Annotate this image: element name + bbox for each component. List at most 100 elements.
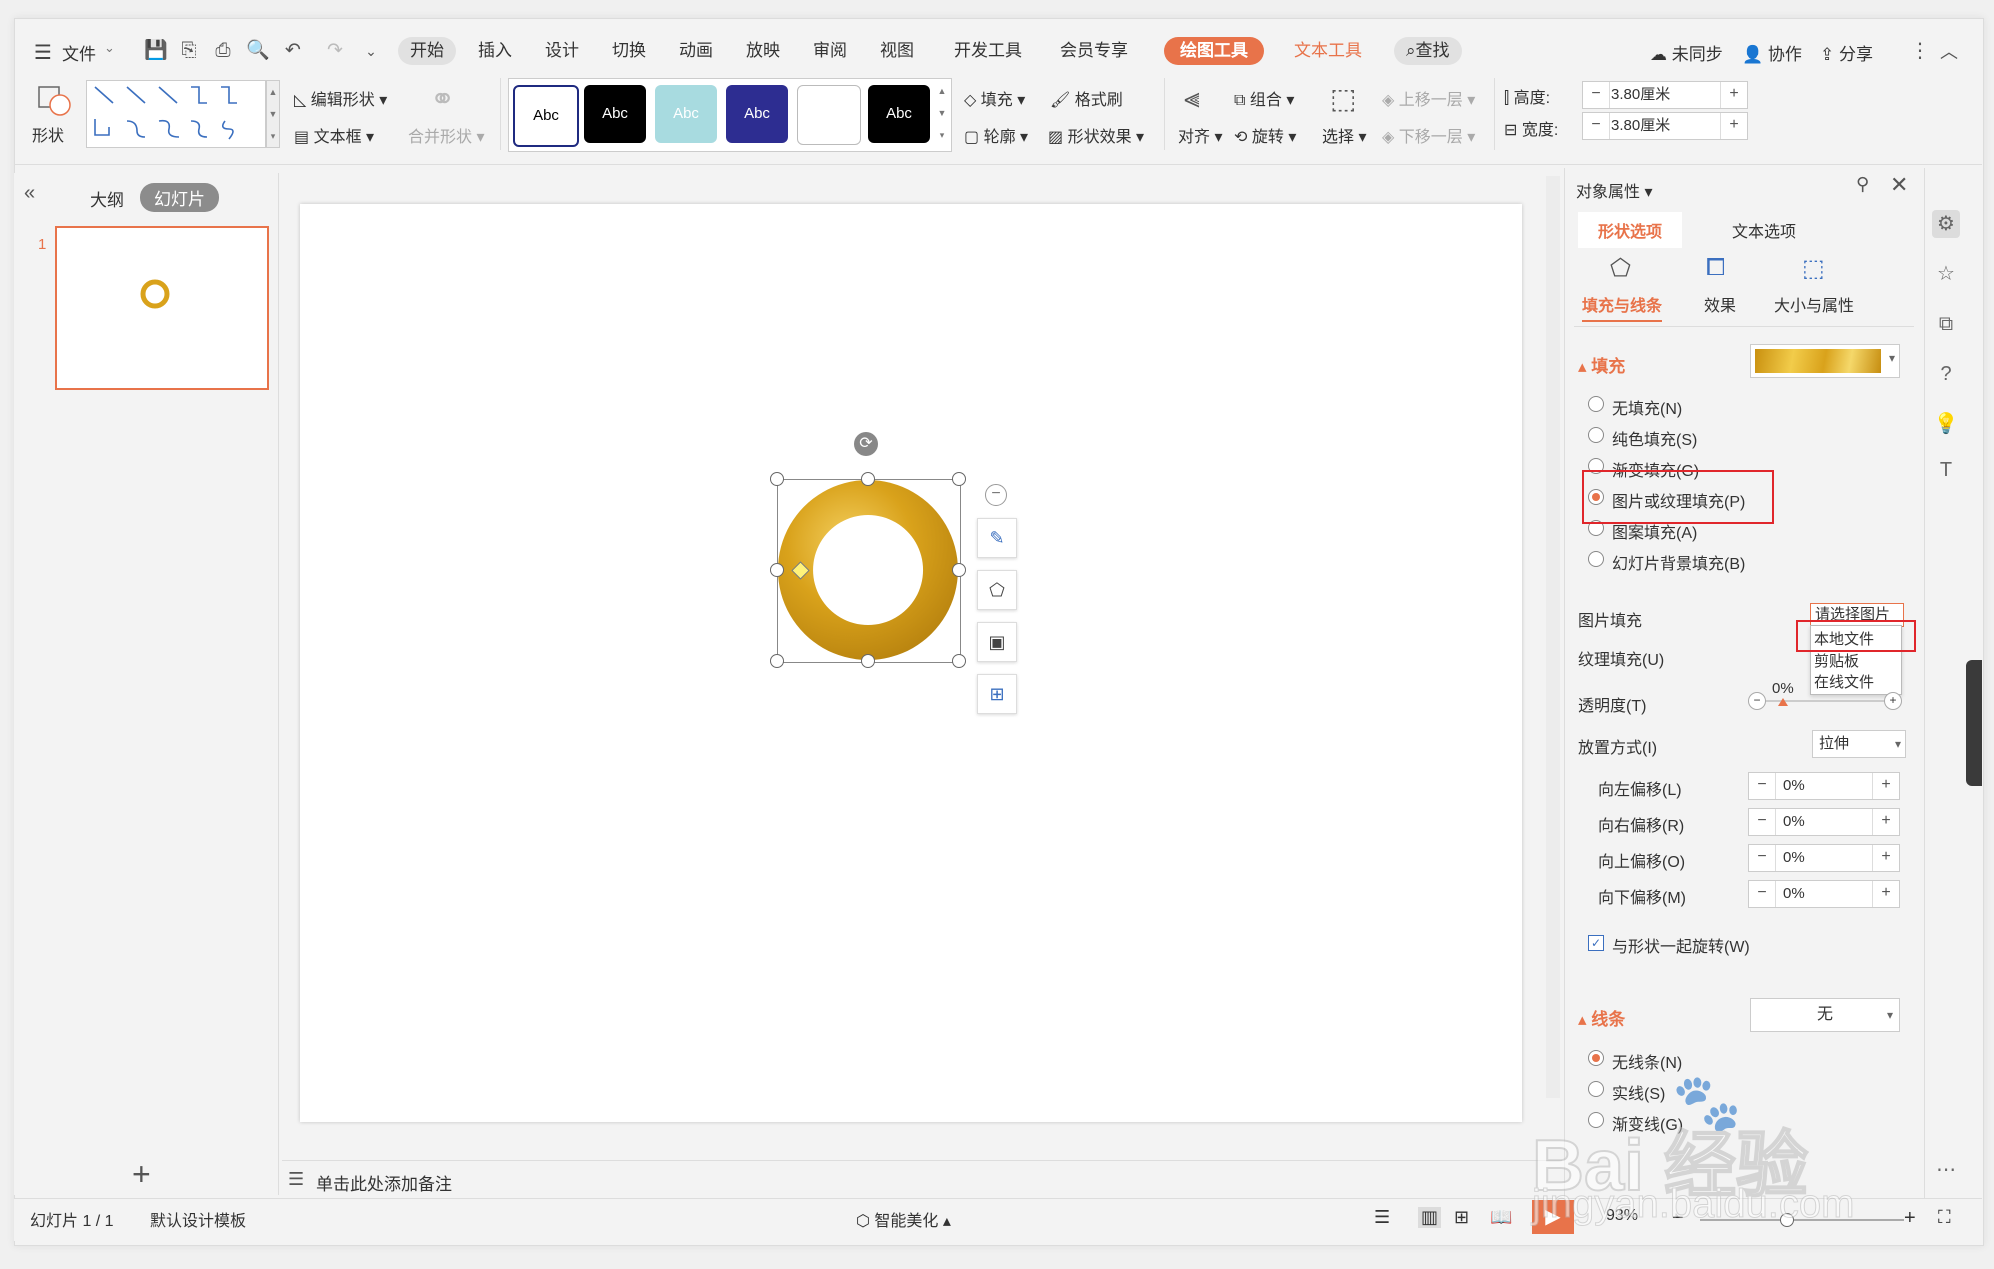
tab-design[interactable]: 设计 bbox=[537, 37, 587, 65]
select-button[interactable]: 选择 ▾ bbox=[1322, 123, 1367, 147]
zoom-level[interactable]: 93% bbox=[1606, 1207, 1638, 1225]
format-brush-button[interactable]: 🖌 格式刷 bbox=[1050, 86, 1123, 110]
more-options-icon[interactable]: ⋯ bbox=[1932, 1156, 1960, 1184]
tab-developer[interactable]: 开发工具 bbox=[946, 37, 1030, 65]
edit-shape-button[interactable]: ◺ 编辑形状 ▾ bbox=[294, 86, 387, 110]
line-section-header[interactable]: ▴ 线条 bbox=[1578, 1005, 1625, 1030]
rotate-button[interactable]: ⟲ 旋转 ▾ bbox=[1234, 123, 1296, 147]
close-icon[interactable]: ✕ bbox=[1890, 172, 1908, 198]
collab-button[interactable]: 👤 协作 bbox=[1742, 40, 1802, 65]
tab-view[interactable]: 视图 bbox=[872, 37, 922, 65]
height-increase[interactable]: + bbox=[1720, 82, 1747, 108]
float-toolbar-collapse-icon[interactable]: − bbox=[985, 484, 1007, 506]
placement-select[interactable]: 拉伸 ▾ bbox=[1812, 730, 1906, 758]
offset-down-value[interactable]: 0% bbox=[1783, 881, 1805, 907]
sync-button[interactable]: ☁ 未同步 bbox=[1650, 40, 1723, 65]
resize-handle-sw[interactable] bbox=[770, 654, 784, 668]
decrease-button[interactable]: − bbox=[1749, 773, 1776, 799]
increase-button[interactable]: + bbox=[1872, 845, 1899, 871]
slider-thumb[interactable] bbox=[1778, 698, 1788, 706]
collapse-panel-icon[interactable]: « bbox=[24, 182, 35, 205]
decrease-button[interactable]: − bbox=[1749, 809, 1776, 835]
help-icon[interactable]: ? bbox=[1932, 360, 1960, 388]
tab-transition[interactable]: 切换 bbox=[604, 37, 654, 65]
zoom-in-button[interactable]: + bbox=[1904, 1207, 1916, 1230]
resize-handle-se[interactable] bbox=[952, 654, 966, 668]
style-preset-3[interactable]: Abc bbox=[655, 85, 717, 143]
shape-effect-button[interactable]: ▨ 形状效果 ▾ bbox=[1048, 123, 1144, 147]
style-preset-4[interactable]: Abc bbox=[726, 85, 788, 143]
resize-handle-n[interactable] bbox=[861, 472, 875, 486]
zoom-out-button[interactable]: − bbox=[1672, 1207, 1684, 1230]
tab-review[interactable]: 审阅 bbox=[805, 37, 855, 65]
width-stepper[interactable]: − 3.80厘米 + bbox=[1582, 112, 1748, 140]
offset-left-stepper[interactable]: − 0% + bbox=[1748, 772, 1900, 800]
share-button[interactable]: ⇪ 分享 bbox=[1820, 40, 1873, 65]
offset-left-value[interactable]: 0% bbox=[1783, 773, 1805, 799]
resize-handle-nw[interactable] bbox=[770, 472, 784, 486]
text-icon[interactable]: T bbox=[1932, 456, 1960, 484]
tab-home[interactable]: 开始 bbox=[398, 37, 456, 65]
slide-vertical-scrollbar[interactable] bbox=[1546, 176, 1560, 1098]
height-stepper[interactable]: − 3.80厘米 + bbox=[1582, 81, 1748, 109]
float-text-wrap-icon[interactable]: ⊞ bbox=[977, 674, 1017, 714]
line-shapes-gallery[interactable] bbox=[86, 80, 266, 148]
copy-icon[interactable]: ⧉ bbox=[1932, 310, 1960, 338]
style-preset-5[interactable] bbox=[797, 85, 861, 145]
normal-view-icon[interactable]: ▥ bbox=[1418, 1207, 1442, 1228]
radio-solid-line[interactable] bbox=[1588, 1081, 1604, 1097]
tab-drawing-tools[interactable]: 绘图工具 bbox=[1164, 37, 1264, 65]
tab-slides[interactable]: 幻灯片 bbox=[140, 183, 219, 212]
height-value[interactable]: 3.80厘米 bbox=[1611, 82, 1670, 108]
properties-icon[interactable]: ⚙ bbox=[1932, 210, 1960, 238]
gallery-scroll[interactable]: ▲ ▼ ▾ bbox=[266, 80, 280, 148]
outline-button[interactable]: ▢ 轮廓 ▾ bbox=[964, 123, 1028, 147]
undo-icon[interactable]: ↶ bbox=[282, 40, 304, 62]
increase-button[interactable]: + bbox=[1872, 881, 1899, 907]
tab-fill-line[interactable]: 填充与线条 bbox=[1582, 292, 1663, 322]
fill-preview-select[interactable]: ▾ bbox=[1750, 344, 1900, 378]
customize-icon[interactable]: ⌄ bbox=[360, 40, 382, 62]
radio-solid-fill[interactable] bbox=[1588, 427, 1604, 443]
slider-min-button[interactable]: − bbox=[1748, 692, 1766, 710]
radio-no-fill[interactable] bbox=[1588, 396, 1604, 412]
style-preset-1[interactable]: Abc bbox=[513, 85, 579, 147]
move-up-button[interactable]: ◈ 上移一层 ▾ bbox=[1382, 86, 1475, 110]
offset-up-stepper[interactable]: − 0% + bbox=[1748, 844, 1900, 872]
line-select[interactable]: 无 ▾ bbox=[1750, 998, 1900, 1032]
float-style-brush-icon[interactable]: ✎ bbox=[977, 518, 1017, 558]
save-icon[interactable]: 💾 bbox=[144, 40, 168, 62]
decrease-button[interactable]: − bbox=[1749, 845, 1776, 871]
slide-thumbnail[interactable] bbox=[55, 226, 269, 390]
float-fill-icon[interactable]: ⬠ bbox=[977, 570, 1017, 610]
add-slide-button[interactable]: + bbox=[132, 1158, 151, 1190]
slide-canvas[interactable] bbox=[300, 204, 1522, 1122]
tab-insert[interactable]: 插入 bbox=[470, 37, 520, 65]
tab-slideshow[interactable]: 放映 bbox=[738, 37, 788, 65]
width-decrease[interactable]: − bbox=[1583, 113, 1610, 139]
offset-right-stepper[interactable]: − 0% + bbox=[1748, 808, 1900, 836]
fill-button[interactable]: ◇ 填充 ▾ bbox=[964, 86, 1025, 110]
decrease-button[interactable]: − bbox=[1749, 881, 1776, 907]
tab-text-options[interactable]: 文本选项 bbox=[1732, 218, 1796, 242]
notes-area[interactable]: ☰ 单击此处添加备注 bbox=[282, 1160, 1562, 1197]
increase-button[interactable]: + bbox=[1872, 773, 1899, 799]
notes-toggle-icon[interactable]: ☰ bbox=[1374, 1207, 1390, 1228]
reading-view-icon[interactable]: 📖 bbox=[1490, 1207, 1512, 1228]
offset-up-value[interactable]: 0% bbox=[1783, 845, 1805, 871]
transparency-slider[interactable]: − + bbox=[1748, 692, 1902, 710]
height-decrease[interactable]: − bbox=[1583, 82, 1610, 108]
tab-text-tools[interactable]: 文本工具 bbox=[1286, 37, 1370, 65]
style-preset-2[interactable]: Abc bbox=[584, 85, 646, 143]
tab-size-props[interactable]: 大小与属性 bbox=[1774, 292, 1854, 316]
merge-shape-button[interactable]: 合并形状 ▾ bbox=[408, 123, 485, 147]
group-button[interactable]: ⧉ 组合 ▾ bbox=[1234, 86, 1294, 110]
resize-handle-ne[interactable] bbox=[952, 472, 966, 486]
star-icon[interactable]: ☆ bbox=[1932, 260, 1960, 288]
collapse-ribbon-icon[interactable]: ︿ bbox=[1940, 38, 1958, 64]
file-menu[interactable]: 文件 bbox=[62, 40, 96, 65]
search-box[interactable]: ⌕查找 bbox=[1394, 37, 1462, 65]
preview-icon[interactable]: 🔍 bbox=[246, 40, 270, 62]
dropdown-clipboard[interactable]: 剪贴板 bbox=[1814, 650, 1859, 671]
text-box-button[interactable]: ▤ 文本框 ▾ bbox=[294, 123, 374, 147]
